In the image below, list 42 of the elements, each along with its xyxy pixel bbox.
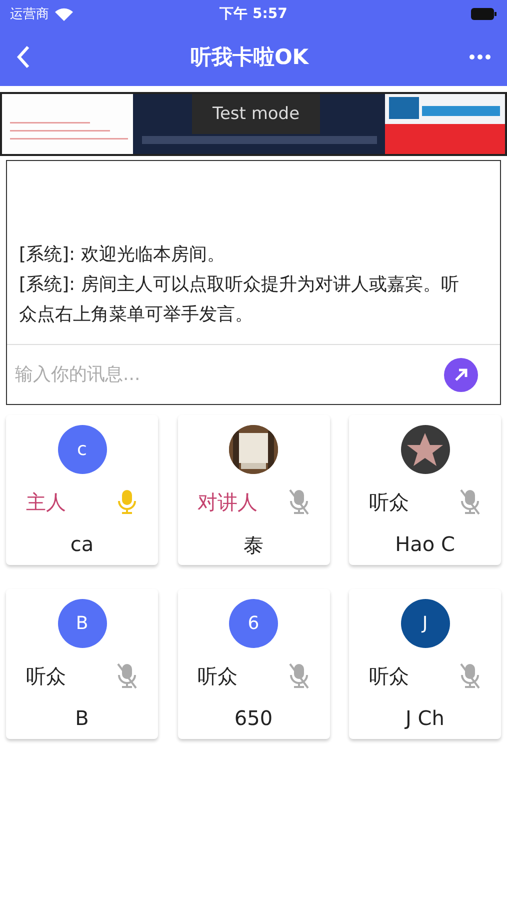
message-input[interactable]: 输入你的讯息... bbox=[13, 363, 436, 386]
participant-name: B bbox=[75, 706, 89, 730]
more-icon[interactable] bbox=[469, 54, 491, 60]
avatar: B bbox=[58, 599, 106, 648]
participant-card[interactable]: B 听众 B bbox=[6, 589, 158, 739]
avatar: c bbox=[58, 425, 106, 474]
send-button[interactable] bbox=[444, 358, 478, 392]
muted-mic-icon[interactable] bbox=[459, 488, 481, 516]
role-label: 主人 bbox=[26, 488, 66, 516]
participant-name: Hao C bbox=[395, 532, 455, 556]
test-mode-toast: Test mode bbox=[192, 94, 320, 134]
participant-card[interactable]: 6 听众 650 bbox=[178, 589, 330, 739]
muted-mic-icon[interactable] bbox=[288, 488, 310, 516]
chat-message: [系统]: 欢迎光临本房间。 bbox=[19, 243, 226, 267]
participant-card[interactable]: 听众 Hao C bbox=[349, 415, 501, 565]
carrier-name: 运营商 bbox=[10, 6, 49, 23]
role-label: 对讲人 bbox=[198, 488, 258, 516]
role-label: 听众 bbox=[198, 662, 238, 690]
participant-card[interactable]: c 主人 ca bbox=[6, 415, 158, 565]
muted-mic-icon[interactable] bbox=[288, 662, 310, 690]
chat-message: [系统]: 房间主人可以点取听众提升为对讲人或嘉宾。听众点右上角菜单可举手发言。 bbox=[19, 273, 460, 327]
arrow-icon bbox=[454, 368, 468, 382]
status-time: 下午 5:57 bbox=[220, 5, 288, 23]
participant-name: J Ch bbox=[406, 706, 444, 730]
avatar: 6 bbox=[229, 599, 278, 648]
star-avatar-icon bbox=[400, 425, 450, 474]
wifi-icon bbox=[55, 8, 73, 20]
muted-mic-icon[interactable] bbox=[459, 662, 481, 690]
back-icon[interactable] bbox=[16, 45, 30, 69]
participant-name: ca bbox=[70, 532, 94, 556]
role-label: 听众 bbox=[369, 662, 409, 690]
page-title: 听我卡啦OK bbox=[190, 44, 309, 71]
muted-mic-icon[interactable] bbox=[116, 662, 138, 690]
participant-card[interactable]: J 听众 J Ch bbox=[349, 589, 501, 739]
mic-icon[interactable] bbox=[116, 488, 138, 516]
participant-card[interactable]: 对讲人 泰 bbox=[178, 415, 330, 565]
avatar: J bbox=[400, 599, 450, 648]
participant-name: 650 bbox=[234, 706, 273, 730]
battery-icon bbox=[471, 8, 497, 20]
participant-name: 泰 bbox=[244, 532, 264, 559]
role-label: 听众 bbox=[26, 662, 66, 690]
role-label: 听众 bbox=[369, 488, 409, 516]
